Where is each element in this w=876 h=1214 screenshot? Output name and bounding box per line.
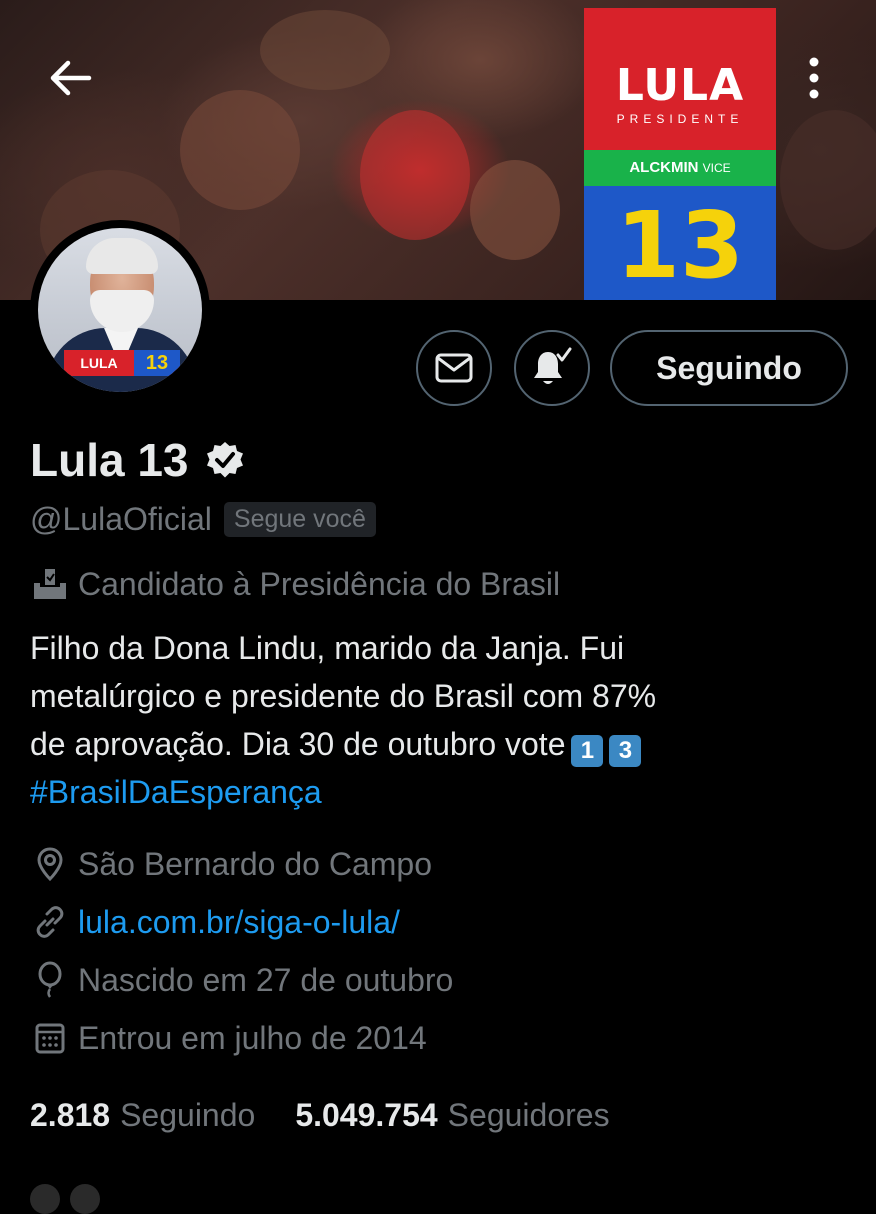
profile-display-name: Lula 13 [30,434,189,486]
envelope-icon [435,353,473,383]
follows-you-badge: Segue você [223,501,376,537]
ballot-box-icon [30,564,70,604]
followers-count: 5.049.754 [295,1096,438,1133]
follower-avatar [30,1184,60,1214]
campaign-logo-vice: ALCKMIN VICE [584,150,776,186]
followers-stat[interactable]: 5.049.754 Seguidores [295,1097,609,1134]
avatar-badge-number: 13 [134,350,180,376]
bio-line: de aprovação. Dia 30 de outubro vote [30,726,566,762]
campaign-logo-subtitle: PRESIDENTE [616,112,744,126]
profile-birthdate-text: Nascido em 27 de outubro [78,961,454,998]
bio-line: metalúrgico e presidente do Brasil com 8… [30,678,657,714]
campaign-logo-title: LULA [615,60,745,111]
profile-website[interactable]: lula.com.br/siga-o-lula/ [30,900,400,944]
keycap-one-emoji: 1 [571,735,604,767]
profile-joined: Entrou em julho de 2014 [30,1016,427,1060]
following-stat[interactable]: 2.818 Seguindo [30,1097,255,1134]
profile-location-text: São Bernardo do Campo [78,845,432,882]
verified-badge-icon [203,438,247,482]
avatar-photo: LULA 13 [38,228,202,392]
banner-crowd-shape [180,90,300,210]
avatar-badge-name: LULA [80,355,118,371]
following-count: 2.818 [30,1096,111,1133]
more-vertical-icon [809,57,819,99]
profile-website-link[interactable]: lula.com.br/siga-o-lula/ [78,904,400,941]
bio-line-with-keycaps: de aprovação. Dia 30 de outubro vote 1 3 [30,720,850,768]
banner-crowd-shape [780,110,876,250]
profile-name-row: Lula 13 [30,432,247,488]
follower-avatar [70,1184,101,1214]
profile-stats: 2.818 Seguindo 5.049.754 Seguidores [30,1092,610,1138]
followers-label: Seguidores [447,1096,610,1133]
keycap-three-emoji: 3 [609,735,642,767]
link-icon [30,902,70,942]
bio-line: Filho da Dona Lindu, marido da Janja. Fu… [30,630,625,666]
campaign-logo-number-block: 13 [584,186,776,300]
profile-handle-row: @LulaOficial Segue você [30,498,376,540]
profile-location: São Bernardo do Campo [30,842,432,886]
campaign-logo: LULA PRESIDENTE ALCKMIN VICE 13 [584,8,776,300]
followed-by-row-cut-off [30,1184,850,1214]
campaign-logo-top: LULA PRESIDENTE [584,8,776,150]
profile-avatar[interactable]: LULA 13 [30,220,210,400]
following-button[interactable]: Seguindo [610,330,848,406]
banner-crowd-shape [470,160,560,260]
profile-category-text: Candidato à Presidência do Brasil [78,565,561,602]
calendar-icon [30,1018,70,1058]
profile-birthdate: Nascido em 27 de outubro [30,958,453,1002]
avatar-hair [86,238,158,274]
avatar-badge: LULA 13 [64,350,180,376]
banner-crowd-shape [260,10,390,90]
banner-crowd-shape [360,110,470,240]
profile-joined-text: Entrou em julho de 2014 [78,1019,427,1056]
bell-check-icon [534,347,572,384]
profile-handle: @LulaOficial [30,500,212,537]
profile-bio: Filho da Dona Lindu, marido da Janja. Fu… [30,624,850,816]
campaign-logo-vice-name: ALCKMIN [629,159,699,176]
balloon-icon [30,960,70,1000]
profile-category: Candidato à Presidência do Brasil [30,562,560,606]
message-button[interactable] [416,330,492,406]
avatar-beard [90,290,154,332]
more-options-button[interactable] [794,52,834,104]
notifications-button[interactable] [514,330,590,406]
back-button[interactable] [44,52,96,104]
back-arrow-icon [50,60,92,96]
location-pin-icon [30,844,70,884]
following-label: Seguindo [120,1096,256,1133]
campaign-logo-vice-word: VICE [702,161,731,175]
bio-hashtag-link[interactable]: #BrasilDaEsperança [30,774,322,810]
campaign-logo-number: 13 [615,192,745,299]
